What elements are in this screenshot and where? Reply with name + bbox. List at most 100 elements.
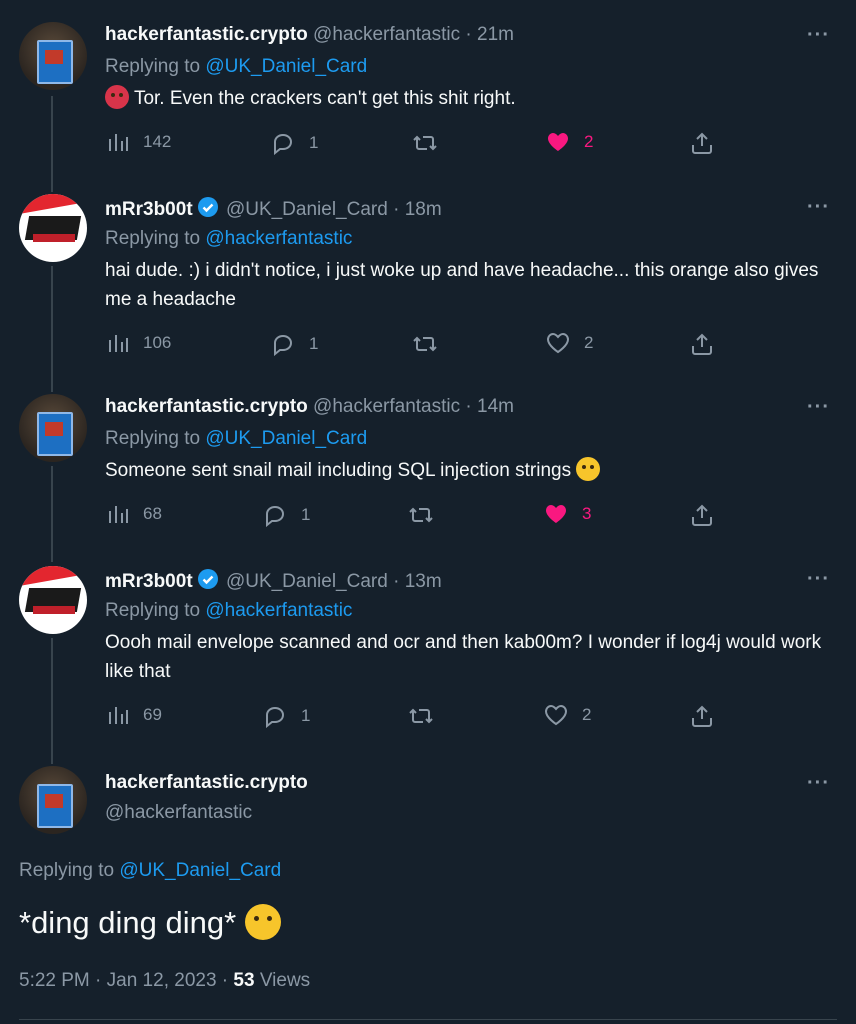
author-name[interactable]: hackerfantastic.crypto	[105, 396, 308, 417]
share-icon	[692, 132, 712, 154]
views-count: 69	[143, 705, 162, 724]
like-button[interactable]: 2	[546, 332, 593, 354]
replying-label: Replying to	[105, 428, 201, 449]
reply-button[interactable]: 1	[263, 704, 310, 728]
main-tweet: hackerfantastic.crypto @hackerfantastic …	[0, 0, 856, 991]
retweet-button[interactable]	[408, 704, 434, 728]
author-handle[interactable]: @UK_Daniel_Card	[226, 571, 388, 592]
tweet-text: Tor. Even the crackers can't get this sh…	[105, 84, 825, 113]
like-button[interactable]: 3	[544, 503, 591, 525]
more-icon[interactable]: ···	[807, 772, 830, 795]
author-handle[interactable]: @hackerfantastic	[313, 24, 460, 45]
mention-link[interactable]: @hackerfantastic	[205, 600, 352, 621]
like-count: 2	[584, 132, 594, 151]
separator: ·	[393, 199, 400, 220]
retweet-icon	[413, 336, 437, 352]
angry-emoji-icon	[105, 85, 129, 109]
retweet-button[interactable]	[408, 503, 434, 527]
verified-badge-icon	[197, 569, 218, 589]
author-handle[interactable]: @hackerfantastic	[313, 396, 460, 417]
avatar[interactable]	[19, 22, 87, 90]
reply-icon	[274, 334, 293, 356]
like-button[interactable]: 2	[544, 704, 591, 726]
views-icon	[109, 707, 128, 724]
reply-count: 1	[301, 505, 311, 524]
views-button[interactable]: 142	[107, 131, 171, 153]
separator: ·	[465, 396, 472, 417]
reply-button[interactable]: 1	[271, 332, 318, 356]
post-timestamp[interactable]: 5:22 PM · Jan 12, 2023 ·	[19, 970, 233, 991]
author-handle[interactable]: @UK_Daniel_Card	[226, 199, 388, 220]
like-count: 2	[584, 333, 594, 352]
mention-link[interactable]: @UK_Daniel_Card	[205, 428, 367, 449]
reply-icon	[266, 706, 285, 728]
thread-line	[51, 638, 53, 764]
shushing-face-emoji-icon	[244, 904, 281, 940]
divider	[19, 1019, 837, 1020]
like-count: 3	[582, 504, 592, 523]
author-name[interactable]: hackerfantastic.crypto	[105, 24, 308, 45]
mention-link[interactable]: @hackerfantastic	[205, 228, 352, 249]
tweet-text: Oooh mail envelope scanned and ocr and t…	[105, 632, 822, 682]
tweet-text-body: Someone sent snail mail including SQL in…	[105, 460, 572, 481]
retweet-icon	[409, 507, 433, 523]
retweet-button[interactable]	[412, 332, 438, 356]
share-icon	[692, 333, 712, 355]
views-button[interactable]: 69	[107, 704, 162, 726]
tweet-text-body: *ding ding ding*	[19, 905, 237, 940]
author-handle[interactable]: @hackerfantastic	[105, 802, 252, 824]
verified-badge-icon	[197, 197, 218, 217]
like-icon	[544, 704, 568, 726]
replying-label: Replying to	[105, 600, 201, 621]
author-name[interactable]: mRr3b00t	[105, 571, 193, 592]
tweet-text: *ding ding ding*	[19, 904, 281, 941]
like-icon	[548, 133, 568, 151]
retweet-button[interactable]	[412, 131, 438, 155]
views-count: 53	[233, 970, 255, 991]
author-name[interactable]: hackerfantastic.crypto	[105, 772, 308, 794]
more-icon[interactable]: ···	[807, 568, 830, 591]
thread-line	[51, 266, 53, 392]
mention-link[interactable]: @UK_Daniel_Card	[119, 860, 281, 881]
like-button[interactable]: 2	[546, 131, 593, 153]
reply-button[interactable]: 1	[263, 503, 310, 527]
views-button[interactable]: 68	[107, 503, 162, 525]
like-icon	[546, 505, 566, 523]
reply-button[interactable]: 1	[271, 131, 318, 155]
views-button[interactable]: 106	[107, 332, 171, 354]
separator: ·	[465, 24, 472, 45]
retweet-icon	[409, 708, 433, 724]
views-count: 68	[143, 504, 162, 523]
avatar[interactable]	[19, 394, 87, 462]
reply-icon	[274, 133, 293, 155]
more-icon[interactable]: ···	[807, 196, 830, 219]
avatar[interactable]	[19, 194, 87, 262]
tweet-metadata: 5:22 PM · Jan 12, 2023 · 53 Views	[19, 970, 310, 992]
share-button[interactable]	[691, 332, 713, 356]
timestamp[interactable]: 18m	[405, 199, 442, 220]
avatar[interactable]	[19, 566, 87, 634]
more-icon[interactable]: ···	[807, 396, 830, 419]
share-button[interactable]	[691, 131, 713, 155]
share-icon	[692, 504, 712, 526]
share-icon	[692, 705, 712, 727]
timestamp[interactable]: 21m	[477, 24, 514, 45]
shushing-face-emoji-icon	[576, 457, 601, 481]
views-label: Views	[259, 970, 311, 991]
avatar[interactable]	[19, 766, 87, 834]
author-name[interactable]: mRr3b00t	[105, 199, 193, 220]
more-icon[interactable]: ···	[807, 24, 830, 47]
tweet-text-body: Tor. Even the crackers can't get this sh…	[133, 88, 516, 109]
tweet-text: hai dude. :) i didn't notice, i just wok…	[105, 260, 819, 310]
views-count: 142	[143, 132, 172, 151]
reply-count: 1	[309, 334, 319, 353]
timestamp[interactable]: 14m	[477, 396, 514, 417]
reply-count: 1	[309, 133, 319, 152]
share-button[interactable]	[691, 503, 713, 527]
tweet[interactable]: hackerfantastic.crypto @hackerfantastic …	[0, 0, 856, 180]
reply-count: 1	[301, 706, 311, 725]
separator: ·	[393, 571, 400, 592]
share-button[interactable]	[691, 704, 713, 728]
mention-link[interactable]: @UK_Daniel_Card	[205, 56, 367, 77]
timestamp[interactable]: 13m	[405, 571, 442, 592]
